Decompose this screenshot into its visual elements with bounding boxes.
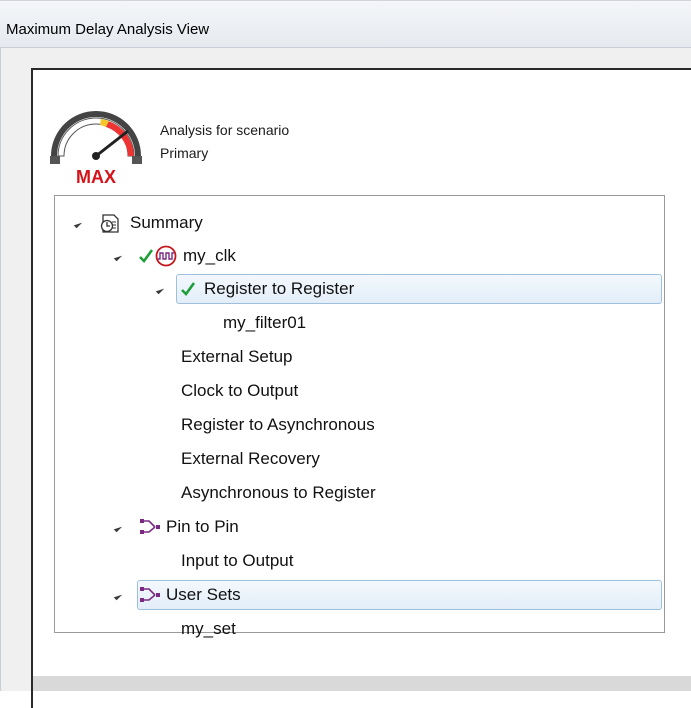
tree-item-input-to-output[interactable]: Input to Output	[55, 548, 655, 574]
panel-bottom-bar	[31, 676, 691, 691]
window-title: Maximum Delay Analysis View	[6, 21, 210, 38]
gauge-label: MAX	[76, 167, 116, 187]
check-icon	[139, 249, 153, 263]
pin-to-pin-icon	[140, 519, 160, 534]
analysis-window: Maximum Delay Analysis View MAX Analysis…	[0, 0, 691, 708]
tree-label-async-to-reg: Asynchronous to Register	[181, 483, 376, 502]
tree-item-clock-to-output[interactable]: Clock to Output	[55, 378, 655, 404]
tree-label-user-sets: User Sets	[166, 585, 241, 604]
tree-label-pin-to-pin: Pin to Pin	[166, 517, 239, 536]
tree-label-reg-to-async: Register to Asynchronous	[181, 415, 375, 434]
user-sets-icon	[140, 587, 160, 602]
tree-item-filter[interactable]: my_filter01	[55, 310, 655, 336]
tree-item-my-set[interactable]: my_set	[55, 616, 655, 642]
tree-label-input-to-output: Input to Output	[181, 551, 294, 570]
tree-item-external-recovery[interactable]: External Recovery	[55, 446, 655, 472]
clock-icon	[155, 245, 177, 267]
tree-item-user-sets[interactable]: User Sets	[55, 582, 655, 608]
tree-label-external-setup: External Setup	[181, 347, 293, 366]
window-frame	[0, 48, 14, 691]
tree-label-clock-to-output: Clock to Output	[181, 381, 299, 400]
tree-item-reg-to-reg[interactable]: Register to Register	[55, 276, 655, 302]
tree-item-pin-to-pin[interactable]: Pin to Pin	[55, 514, 655, 540]
scenario-name: Primary	[160, 145, 209, 161]
tree-item-summary[interactable]: Summary	[55, 210, 655, 236]
tree-label-summary: Summary	[130, 213, 203, 232]
tree-item-clock[interactable]: my_clk	[55, 243, 655, 269]
expander-icon[interactable]	[73, 219, 83, 229]
tree-label-filter: my_filter01	[223, 313, 307, 332]
tree-item-external-setup[interactable]: External Setup	[55, 344, 655, 370]
title-bar: Maximum Delay Analysis View	[0, 0, 691, 48]
expander-icon[interactable]	[113, 523, 123, 533]
max-gauge-icon: MAX	[50, 111, 142, 187]
tree-label-my-set: my_set	[181, 619, 236, 638]
tree-label-reg-to-reg: Register to Register	[204, 279, 355, 298]
summary-icon	[100, 214, 119, 233]
analysis-tree[interactable]: Summary my_clk Register to Register my_f…	[54, 195, 665, 638]
tree-label-external-recovery: External Recovery	[181, 449, 320, 468]
expander-icon[interactable]	[155, 285, 165, 295]
expander-icon[interactable]	[113, 591, 123, 601]
check-icon	[181, 282, 195, 296]
tree-item-async-to-reg[interactable]: Asynchronous to Register	[55, 480, 655, 506]
tree-label-clock: my_clk	[183, 246, 236, 265]
scenario-caption: Analysis for scenario	[160, 122, 290, 138]
expander-icon[interactable]	[113, 252, 123, 262]
tree-item-reg-to-async[interactable]: Register to Asynchronous	[55, 412, 655, 438]
